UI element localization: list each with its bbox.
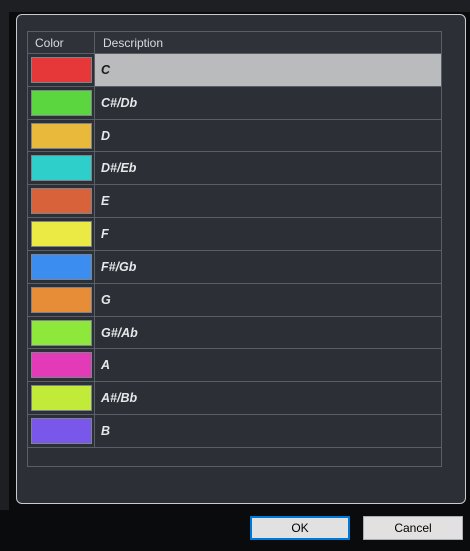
- color-cell[interactable]: [28, 415, 95, 447]
- left-edge: [0, 0, 9, 551]
- description-cell[interactable]: E: [95, 185, 441, 217]
- color-swatch[interactable]: [30, 418, 92, 445]
- color-swatch[interactable]: [30, 221, 92, 248]
- description-cell[interactable]: D#/Eb: [95, 152, 441, 184]
- table-row[interactable]: A: [28, 349, 441, 383]
- table-row[interactable]: C#/Db: [28, 86, 441, 120]
- description-cell[interactable]: C#/Db: [95, 87, 441, 119]
- color-swatch[interactable]: [30, 319, 92, 346]
- color-cell[interactable]: [28, 283, 95, 316]
- table-row[interactable]: B: [28, 415, 441, 448]
- color-cell[interactable]: [28, 250, 95, 283]
- table-header: Color Description: [28, 32, 441, 54]
- top-edge: [0, 0, 470, 12]
- table-row[interactable]: G#/Ab: [28, 316, 441, 350]
- table-row[interactable]: C: [28, 54, 441, 87]
- dialog-window: Color Description C C#/Db D D#/Eb E F F#/Gb G G#…: [0, 0, 470, 551]
- table-row[interactable]: G: [28, 283, 441, 317]
- color-swatch[interactable]: [30, 286, 92, 313]
- cancel-button[interactable]: Cancel: [363, 516, 463, 540]
- ok-button[interactable]: OK: [250, 516, 350, 540]
- color-cell[interactable]: [28, 119, 95, 152]
- color-swatch[interactable]: [30, 122, 92, 149]
- description-cell[interactable]: F#/Gb: [95, 251, 441, 283]
- color-cell[interactable]: [28, 316, 95, 349]
- color-cell[interactable]: [28, 349, 95, 382]
- color-cell[interactable]: [28, 185, 95, 218]
- table-row[interactable]: F#/Gb: [28, 250, 441, 284]
- table-row[interactable]: D#/Eb: [28, 152, 441, 186]
- description-cell[interactable]: G#/Ab: [95, 317, 441, 349]
- color-cell[interactable]: [28, 218, 95, 250]
- color-swatch[interactable]: [30, 253, 92, 280]
- table-row[interactable]: F: [28, 218, 441, 251]
- description-cell[interactable]: A#/Bb: [95, 382, 441, 414]
- color-swatch[interactable]: [30, 89, 92, 116]
- color-swatch[interactable]: [30, 352, 92, 379]
- color-swatch[interactable]: [30, 188, 92, 215]
- color-swatch[interactable]: [30, 385, 92, 412]
- table-row[interactable]: D: [28, 119, 441, 153]
- table-rows: C C#/Db D D#/Eb E F F#/Gb G G#/Ab A A#/Bb B: [28, 54, 441, 448]
- description-cell[interactable]: C: [95, 54, 441, 86]
- color-swatch[interactable]: [30, 155, 92, 182]
- column-header-description[interactable]: Description: [95, 32, 441, 54]
- table-row[interactable]: E: [28, 185, 441, 219]
- color-cell[interactable]: [28, 382, 95, 415]
- description-cell[interactable]: D: [95, 120, 441, 152]
- color-table: Color Description C C#/Db D D#/Eb E F F#/Gb G G#…: [27, 31, 442, 467]
- color-cell[interactable]: [28, 86, 95, 119]
- description-cell[interactable]: G: [95, 284, 441, 316]
- description-cell[interactable]: B: [95, 415, 441, 447]
- color-cell[interactable]: [28, 152, 95, 185]
- table-row[interactable]: A#/Bb: [28, 382, 441, 416]
- column-header-color[interactable]: Color: [28, 32, 95, 54]
- description-cell[interactable]: F: [95, 218, 441, 250]
- description-cell[interactable]: A: [95, 349, 441, 381]
- color-cell[interactable]: [28, 54, 95, 86]
- color-swatch[interactable]: [30, 56, 92, 83]
